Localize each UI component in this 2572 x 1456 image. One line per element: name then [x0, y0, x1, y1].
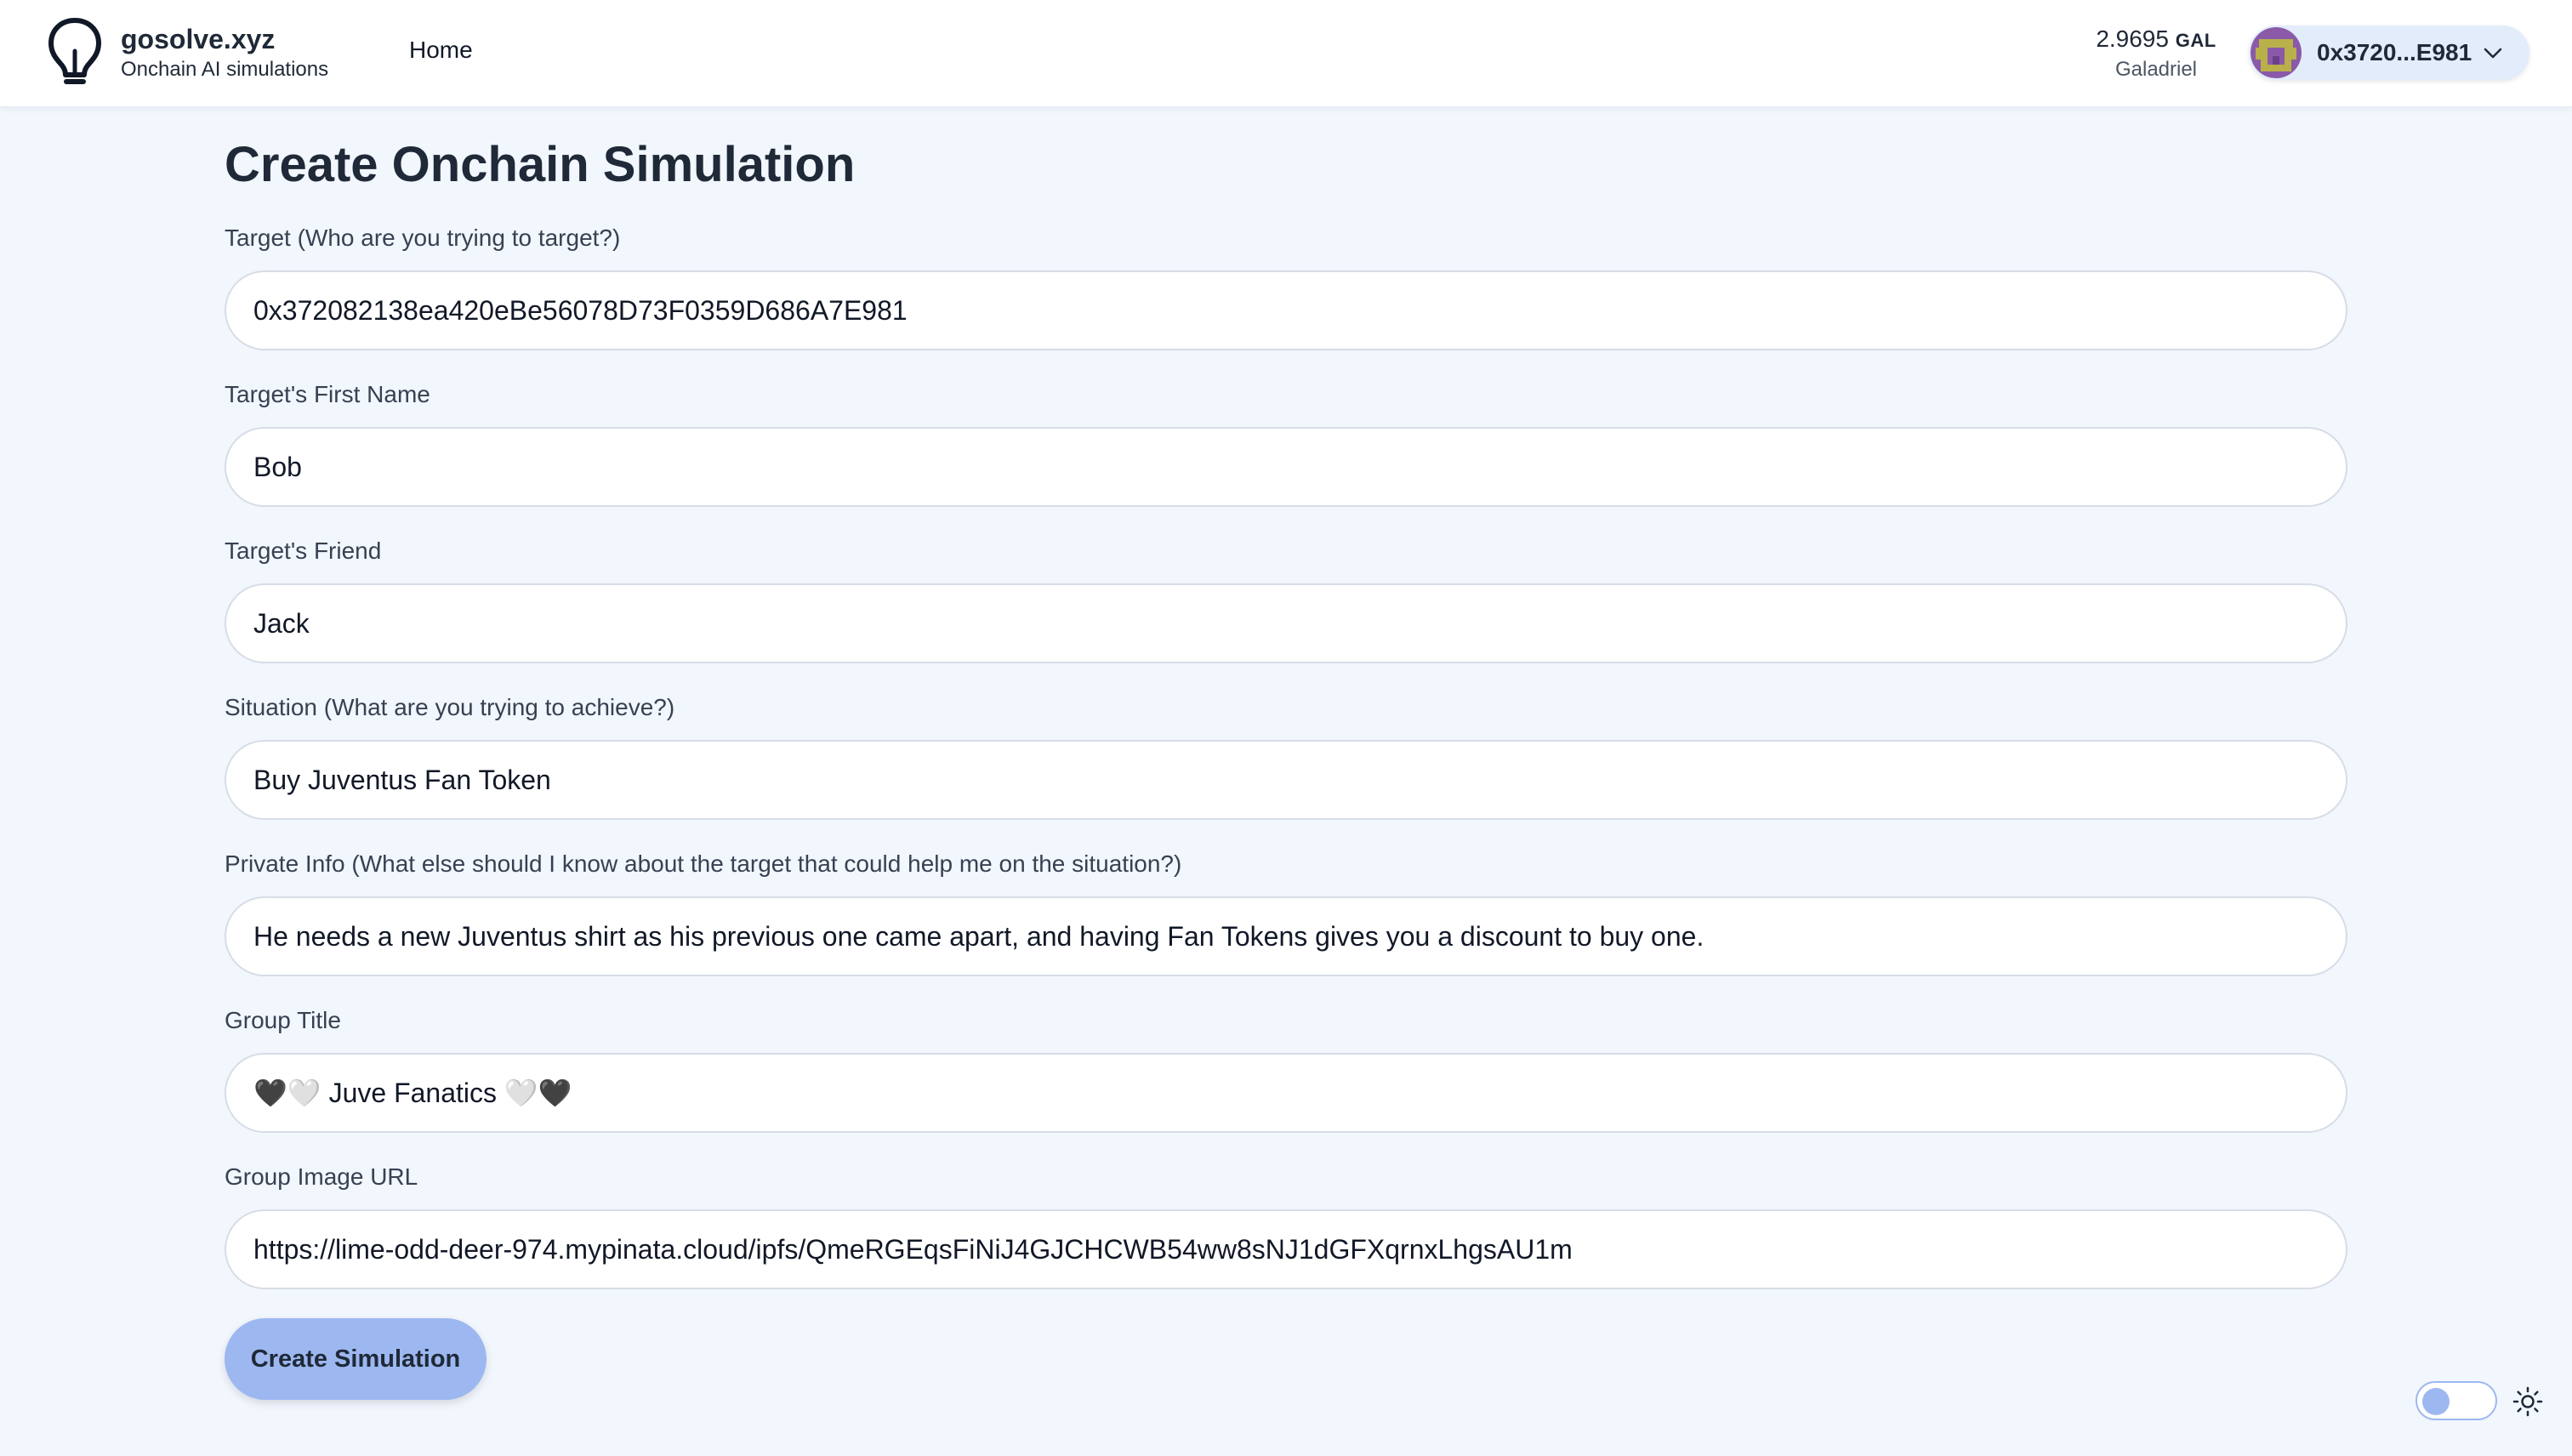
group-image-url-input[interactable] — [225, 1209, 2347, 1289]
create-simulation-button[interactable]: Create Simulation — [225, 1318, 487, 1400]
situation-label: Situation (What are you trying to achiev… — [225, 694, 675, 720]
group-title-label: Group Title — [225, 1007, 341, 1033]
balance-value: 2.9695 — [2096, 26, 2169, 52]
sun-icon — [2512, 1386, 2543, 1417]
group-title-input[interactable] — [225, 1053, 2347, 1133]
target-label: Target (Who are you trying to target?) — [225, 225, 621, 251]
nav-home-link[interactable]: Home — [409, 37, 473, 64]
friend-label: Target's Friend — [225, 537, 382, 564]
first-name-input[interactable] — [225, 427, 2347, 507]
wallet-address: 0x3720...E981 — [2317, 39, 2472, 65]
brand-tagline: Onchain AI simulations — [121, 58, 329, 81]
balance-amount: 2.9695 GAL — [2075, 24, 2237, 56]
avatar — [2250, 27, 2302, 78]
target-address-input[interactable] — [225, 270, 2347, 350]
private-info-label: Private Info (What else should I know ab… — [225, 850, 1182, 877]
top-navbar: gosolve.xyz Onchain AI simulations Home … — [0, 0, 2572, 107]
first-name-label: Target's First Name — [225, 381, 430, 407]
wallet-account-button[interactable]: 0x3720...E981 — [2249, 26, 2529, 80]
brand[interactable]: gosolve.xyz Onchain AI simulations — [48, 17, 328, 88]
friend-input[interactable] — [225, 583, 2347, 663]
group-image-url-label: Group Image URL — [225, 1163, 418, 1190]
lightbulb-icon — [48, 18, 101, 84]
brand-name: gosolve.xyz — [121, 24, 276, 54]
theme-toggle[interactable] — [2416, 1381, 2497, 1420]
toggle-knob — [2422, 1388, 2450, 1415]
private-info-input[interactable] — [225, 896, 2347, 976]
network-name: Galadriel — [2114, 58, 2198, 81]
page-title: Create Onchain Simulation — [225, 137, 856, 192]
chevron-down-icon — [2484, 48, 2502, 59]
brand-text: gosolve.xyz Onchain AI simulations — [121, 22, 328, 83]
situation-input[interactable] — [225, 740, 2347, 820]
balance-unit: GAL — [2175, 30, 2216, 51]
balance-display: 2.9695 GAL Galadriel — [2075, 24, 2237, 83]
